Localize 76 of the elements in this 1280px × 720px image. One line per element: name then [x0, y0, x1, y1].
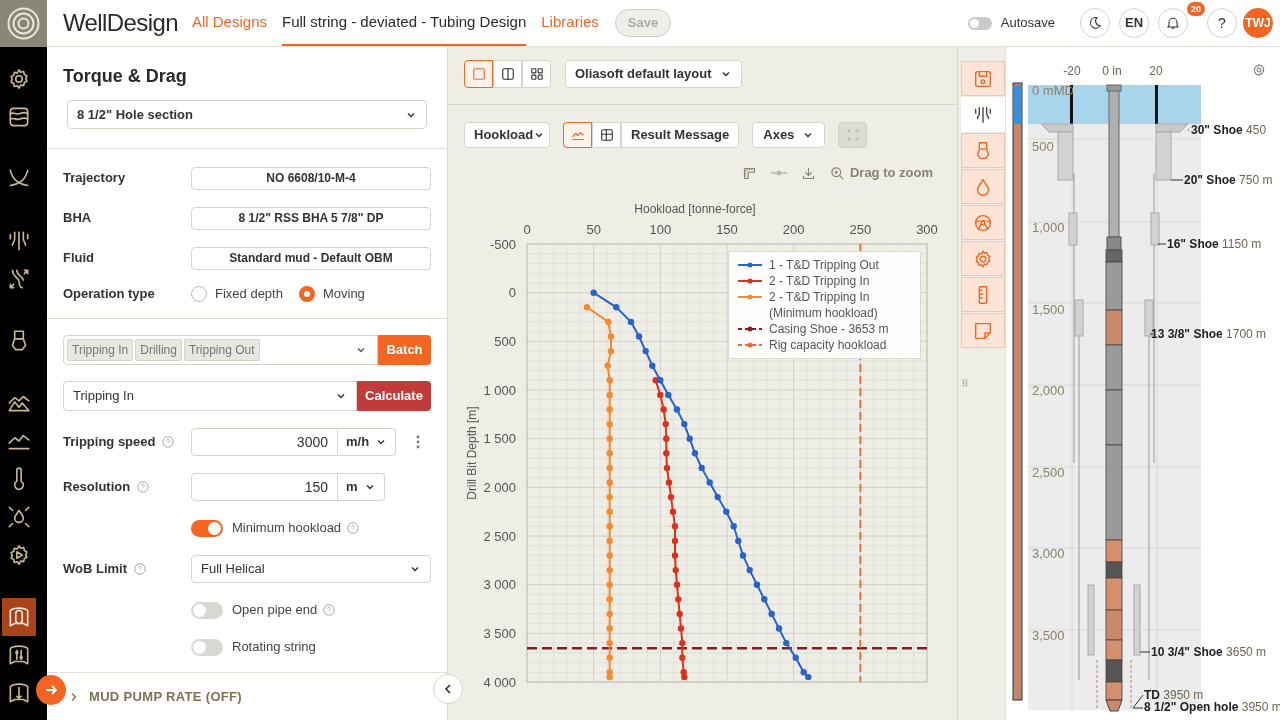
casing-shoe-label: 16" Shoe 1150 m	[1167, 238, 1262, 250]
toggle-label: Autosave	[1000, 14, 1055, 33]
app-name: WellDesign	[63, 8, 178, 38]
field-label: Resolution	[63, 478, 131, 497]
casing-shoe-label: TD 3950 m	[1144, 689, 1204, 701]
field-value[interactable]: Standard mud - Default OBM	[191, 246, 431, 270]
axis-tick-label: -500	[489, 236, 516, 252]
legend-label: 1 - T&D Tripping Out	[769, 257, 879, 273]
axis-tick-label: 1 000	[483, 382, 516, 398]
depth-label: 2,500	[1032, 465, 1065, 481]
axis-tick-label: 3 500	[483, 625, 516, 641]
view-tab[interactable]: Result Message	[621, 122, 740, 148]
notification-badge: 20	[1187, 2, 1205, 16]
field-label: Operation type	[63, 285, 156, 304]
result-select[interactable]: Hookload	[464, 122, 550, 148]
legend-label: 2 - T&D Tripping In	[769, 273, 870, 289]
casing-shoe-label: 10 3/4" Shoe 3650 m	[1151, 646, 1267, 658]
field-value[interactable]: 8 1/2" RSS BHA 5 7/8" DP	[191, 206, 431, 230]
number-input[interactable]: 150	[191, 473, 338, 501]
depth-label: 1,500	[1032, 302, 1065, 318]
section-select[interactable]: 8 1/2" Hole section	[67, 100, 427, 129]
calculate-button[interactable]: Calculate	[357, 381, 431, 411]
axis-title: Drill Bit Depth [m]	[465, 406, 479, 500]
legend-label: Casing Shoe - 3653 m	[769, 321, 889, 337]
field-label: WoB Limit	[63, 560, 128, 579]
axis-tick-label: 50	[586, 222, 601, 237]
depth-label: 500	[1032, 139, 1054, 155]
axis-tick-label: 20	[1149, 64, 1163, 78]
operation-select[interactable]: Tripping In	[63, 381, 357, 411]
axis-tick-label: 250	[849, 222, 872, 237]
selected-chip: Drilling	[135, 339, 182, 361]
casing-shoe-label: 20" Shoe 750 m	[1184, 174, 1273, 186]
depth-label: 3,000	[1032, 546, 1065, 562]
axis-tick-label: 200	[782, 222, 805, 237]
unit-select[interactable]: m/h	[338, 428, 397, 456]
selected-chip: Tripping In	[67, 339, 134, 361]
depth-label: 3,500	[1032, 628, 1065, 644]
axis-tick-label: 2 500	[483, 528, 516, 544]
field-label: Trajectory	[63, 169, 127, 188]
axis-tick-label: 0	[508, 285, 516, 301]
axis-tick-label: 0	[523, 222, 531, 237]
multi-select[interactable]: Tripping In Drilling Tripping Out	[63, 335, 378, 365]
toggle-label: Open pipe end	[232, 601, 318, 620]
axis-tick-label: 0 in	[1102, 64, 1122, 78]
toggle-label: Minimum hookload	[232, 519, 342, 538]
depth-label: 1,000	[1032, 220, 1065, 236]
toggle-label: Rotating string	[232, 638, 316, 657]
axes-select[interactable]: Axes	[752, 122, 826, 148]
axis-tick-label: 3 000	[483, 577, 516, 593]
axis-tick-label: -20	[1063, 64, 1081, 78]
field-label: BHA	[63, 209, 93, 228]
depth-label: 2,000	[1032, 383, 1065, 399]
section-header[interactable]: MUD PUMP RATE (OFF)	[67, 681, 242, 712]
legend-label: 2 - T&D Tripping In (Minimum hookload)	[769, 289, 879, 321]
radio-option[interactable]: Fixed depth	[191, 284, 283, 304]
casing-shoe-label: 30" Shoe 450	[1191, 124, 1267, 136]
panel-title: Torque & Drag	[63, 65, 188, 88]
selected-chip: Tripping Out	[183, 339, 260, 361]
field-label: Tripping speed	[63, 433, 156, 452]
axis-tick-label: 2 000	[483, 479, 516, 495]
unit-select[interactable]: m	[338, 473, 385, 501]
axis-tick-label: 500	[494, 333, 516, 349]
axis-tick-label: 300	[916, 222, 938, 237]
field-label: Fluid	[63, 249, 96, 268]
radio-option[interactable]: Moving	[298, 284, 365, 304]
axis-tick-label: 150	[716, 222, 738, 237]
casing-shoe-label: 13 3/8" Shoe 1700 m	[1151, 328, 1267, 340]
axis-tick-label: 100	[649, 222, 672, 237]
axis-tick-label: 1 500	[483, 431, 516, 447]
dropdown-select[interactable]: Full Helical	[191, 555, 431, 583]
axis-tick-label: 4 000	[483, 674, 516, 690]
number-input[interactable]: 3000	[191, 428, 338, 456]
axis-title: Hookload [tonne-force]	[634, 202, 756, 216]
layout-select[interactable]: Oliasoft default layout	[565, 60, 742, 88]
legend-label: Rig capacity hookload	[769, 337, 887, 353]
field-value[interactable]: NO 6608/10-M-4	[191, 166, 431, 190]
